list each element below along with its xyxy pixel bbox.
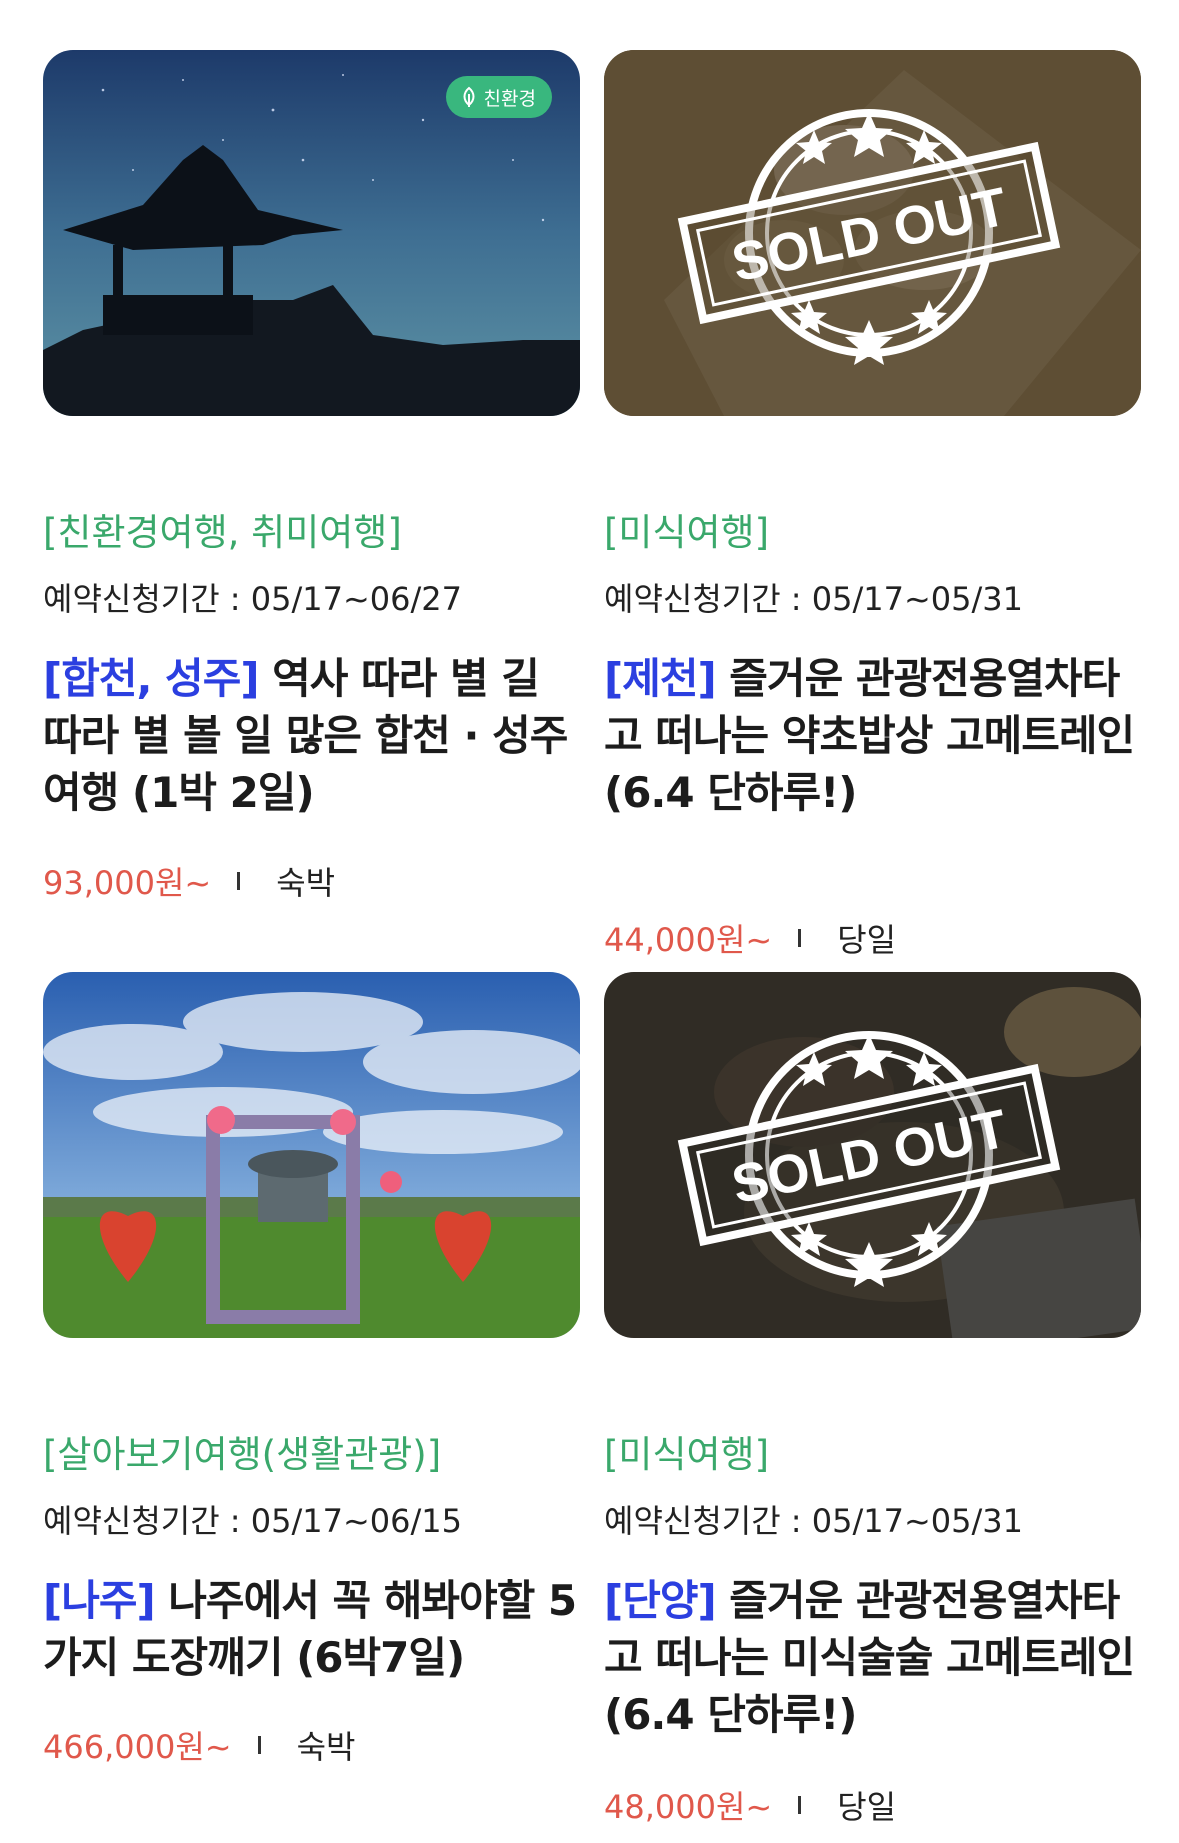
product-region: [단양] (604, 1576, 717, 1625)
product-title[interactable]: [합천, 성주] 역사 따라 별 길 따라 별 볼 일 많은 합천 · 성주 여… (43, 650, 583, 821)
eco-friendly-badge: 친환경 (445, 76, 552, 118)
sold-out-stamp: SOLD OUT (677, 109, 1061, 365)
product-price: 48,000원~ (604, 1788, 773, 1826)
product-thumbnail[interactable] (43, 972, 580, 1338)
eco-badge-label: 친환경 (483, 87, 536, 110)
product-meta: 466,000원~ 숙박 (43, 1722, 355, 1768)
product-region: [제천] (604, 654, 717, 703)
trip-type: 숙박 (276, 864, 336, 902)
product-title[interactable]: [나주] 나주에서 꼭 해봐야할 5가지 도장깨기 (6박7일) (43, 1572, 583, 1686)
product-card[interactable]: SOLD OUT [미식여행] 예약신청기간 : 05/17~05/31 [제천… (604, 50, 1141, 959)
reservation-period: 예약신청기간 : 05/17~05/31 (604, 1502, 1024, 1540)
reservation-period: 예약신청기간 : 05/17~05/31 (604, 580, 1024, 618)
trip-type: 숙박 (296, 1728, 356, 1766)
product-region: [나주] (43, 1576, 156, 1625)
reservation-period: 예약신청기간 : 05/17~06/27 (43, 580, 463, 618)
meta-divider (798, 929, 802, 947)
reservation-period: 예약신청기간 : 05/17~06/15 (43, 1502, 463, 1540)
product-meta: 44,000원~ 당일 (604, 915, 896, 961)
product-price: 44,000원~ (604, 921, 773, 959)
product-price: 466,000원~ (43, 1728, 232, 1766)
product-category: [친환경여행, 취미여행] (43, 511, 402, 554)
product-region: [합천, 성주] (43, 654, 260, 703)
product-card[interactable]: [살아보기여행(생활관광)] 예약신청기간 : 05/17~06/15 [나주]… (43, 972, 580, 1766)
product-price: 93,000원~ (43, 864, 212, 902)
trip-type: 당일 (837, 1788, 897, 1826)
product-category: [미식여행] (604, 1433, 770, 1476)
sold-out-stamp: SOLD OUT (677, 1031, 1061, 1287)
product-title[interactable]: [제천] 즐거운 관광전용열차타고 떠나는 약초밥상 고메트레인(6.4 단하루… (604, 650, 1144, 821)
product-thumbnail[interactable]: 친환경 (43, 50, 580, 416)
meta-divider (237, 872, 241, 890)
product-title[interactable]: [단양] 즐거운 관광전용열차타고 떠나는 미식술술 고메트레인(6.4 단하루… (604, 1572, 1144, 1743)
product-category: [미식여행] (604, 511, 770, 554)
product-meta: 93,000원~ 숙박 (43, 858, 335, 904)
trip-type: 당일 (837, 921, 897, 959)
meta-divider (257, 1736, 261, 1754)
product-thumbnail[interactable]: SOLD OUT (604, 50, 1141, 416)
product-category: [살아보기여행(생활관광)] (43, 1433, 442, 1476)
product-meta: 48,000원~ 당일 (604, 1782, 896, 1828)
product-card[interactable]: SOLD OUT [미식여행] 예약신청기간 : 05/17~05/31 [단양… (604, 972, 1141, 1826)
product-card[interactable]: 친환경 [친환경여행, 취미여행] 예약신청기간 : 05/17~06/27 [… (43, 50, 580, 902)
heart-photo-frame-image (43, 972, 580, 1338)
product-thumbnail[interactable]: SOLD OUT (604, 972, 1141, 1338)
leaf-icon (463, 86, 475, 107)
meta-divider (798, 1796, 802, 1814)
